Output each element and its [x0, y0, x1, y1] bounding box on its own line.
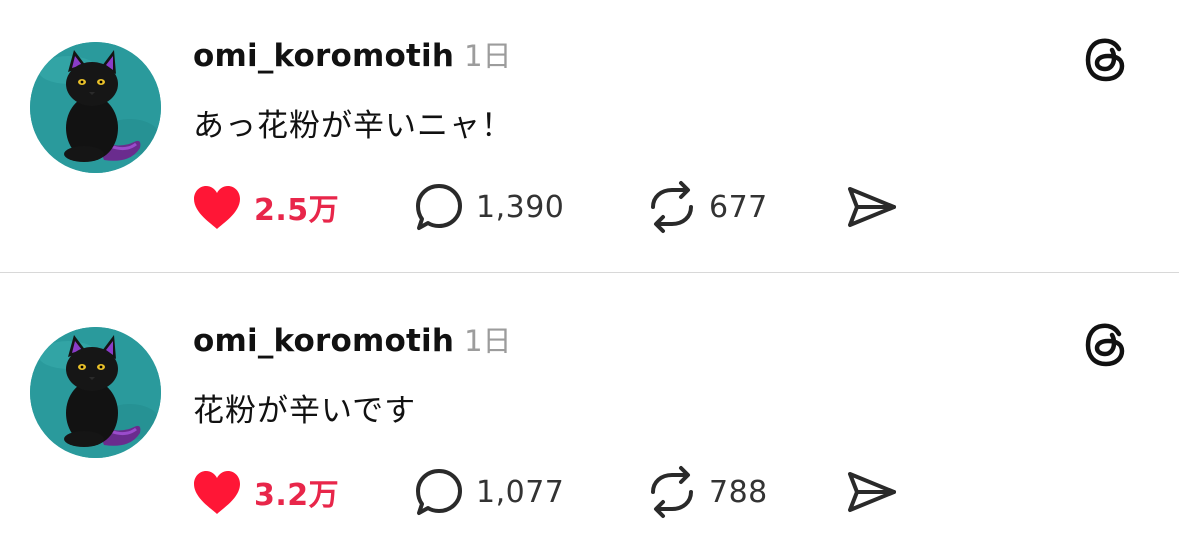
like-count: 3.2万 — [254, 478, 340, 513]
post-divider — [0, 272, 1179, 273]
heart-icon — [190, 180, 244, 234]
reply-count: 1,390 — [476, 189, 565, 225]
repost-button[interactable]: 788 — [645, 463, 768, 521]
repost-count: 788 — [709, 474, 768, 510]
threads-logo-icon[interactable] — [1084, 321, 1130, 369]
share-button[interactable] — [844, 178, 898, 236]
black-cat-avatar-image — [30, 42, 161, 173]
threads-logo-icon[interactable] — [1084, 36, 1130, 84]
post-text: 花粉が辛いです — [193, 393, 417, 429]
black-cat-avatar-image — [30, 327, 161, 458]
post-text: あっ花粉が辛いニャ！ — [193, 108, 513, 144]
repost-icon — [645, 465, 699, 519]
repost-icon — [645, 180, 699, 234]
post-header: omi_koromotih 1日 — [193, 318, 512, 364]
post-time: 1日 — [464, 39, 512, 73]
post-time: 1日 — [464, 324, 512, 358]
post-actions: 3.2万 1,077 788 — [0, 463, 1179, 521]
repost-button[interactable]: 677 — [645, 178, 768, 236]
avatar[interactable] — [30, 327, 161, 458]
like-button[interactable]: 3.2万 — [190, 463, 339, 521]
post-header: omi_koromotih 1日 — [193, 33, 512, 79]
like-button[interactable]: 2.5万 — [190, 178, 339, 236]
share-button[interactable] — [844, 463, 898, 521]
speech-bubble-icon — [412, 180, 466, 234]
reply-button[interactable]: 1,390 — [412, 178, 564, 236]
avatar[interactable] — [30, 42, 161, 173]
post-actions: 2.5万 1,390 677 — [0, 178, 1179, 236]
username[interactable]: omi_koromotih — [193, 323, 454, 359]
reply-button[interactable]: 1,077 — [412, 463, 564, 521]
send-icon — [844, 180, 898, 234]
username[interactable]: omi_koromotih — [193, 38, 454, 74]
thread-post[interactable]: omi_koromotih 1日 花粉が辛いです 3.2万 1,077 788 — [0, 285, 1179, 555]
repost-count: 677 — [709, 189, 768, 225]
speech-bubble-icon — [412, 465, 466, 519]
reply-count: 1,077 — [476, 474, 565, 510]
like-count: 2.5万 — [254, 193, 340, 228]
send-icon — [844, 465, 898, 519]
heart-icon — [190, 465, 244, 519]
thread-post[interactable]: omi_koromotih 1日 あっ花粉が辛いニャ！ 2.5万 1,390 6… — [0, 0, 1179, 273]
